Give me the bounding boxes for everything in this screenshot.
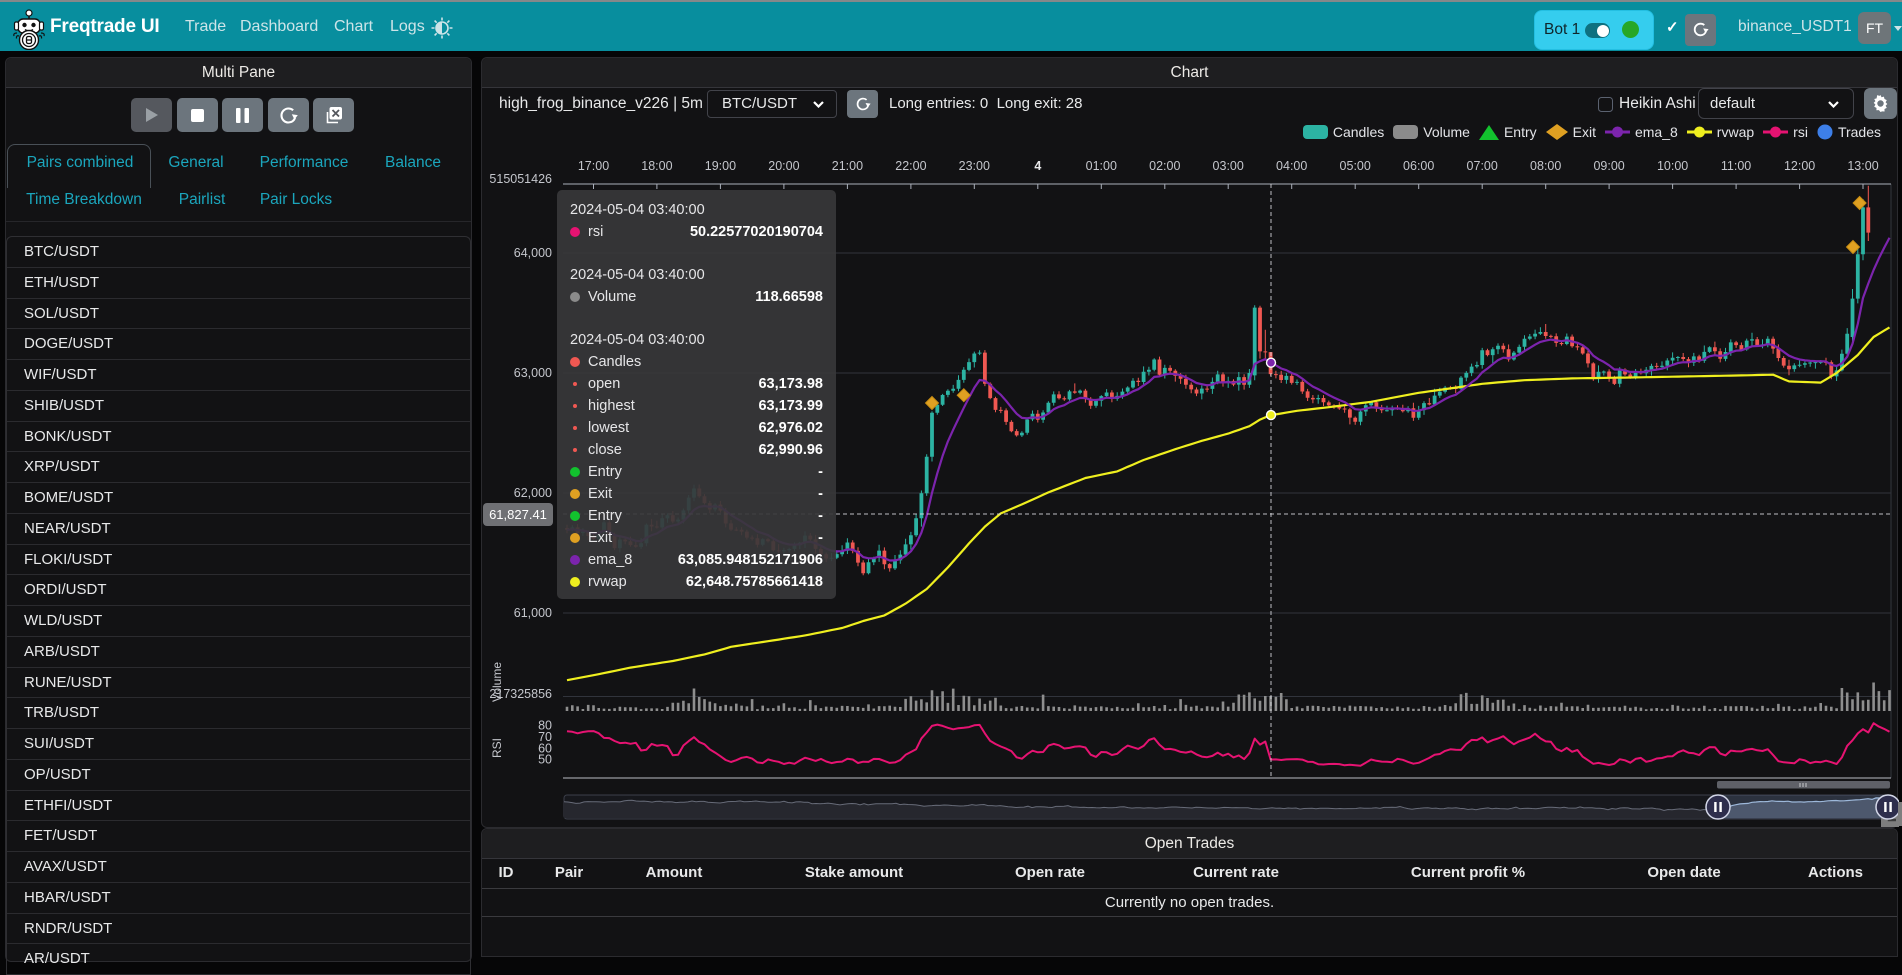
svg-text:21:00: 21:00 (832, 159, 863, 173)
svg-text:02:00: 02:00 (1149, 159, 1180, 173)
svg-text:61,000: 61,000 (514, 606, 552, 620)
svg-text:63,000: 63,000 (514, 366, 552, 380)
svg-text:61,827.41: 61,827.41 (489, 507, 547, 522)
svg-text:22:00: 22:00 (895, 159, 926, 173)
svg-text:19:00: 19:00 (705, 159, 736, 173)
svg-text:03:00: 03:00 (1213, 159, 1244, 173)
svg-text:515051426: 515051426 (489, 172, 552, 186)
svg-text:12:00: 12:00 (1784, 159, 1815, 173)
svg-text:20:00: 20:00 (768, 159, 799, 173)
svg-text:64,000: 64,000 (514, 246, 552, 260)
svg-text:13:00: 13:00 (1847, 159, 1878, 173)
svg-text:09:00: 09:00 (1593, 159, 1624, 173)
svg-text:50: 50 (538, 753, 552, 767)
svg-text:18:00: 18:00 (641, 159, 672, 173)
svg-text:11:00: 11:00 (1721, 159, 1751, 173)
svg-text:4: 4 (1034, 159, 1041, 173)
svg-text:17:00: 17:00 (578, 159, 609, 173)
svg-text:01:00: 01:00 (1086, 159, 1117, 173)
svg-text:05:00: 05:00 (1340, 159, 1371, 173)
svg-text:10:00: 10:00 (1657, 159, 1688, 173)
svg-text:08:00: 08:00 (1530, 159, 1561, 173)
svg-text:Volume: Volume (490, 662, 504, 702)
svg-text:07:00: 07:00 (1467, 159, 1498, 173)
svg-text:06:00: 06:00 (1403, 159, 1434, 173)
svg-text:23:00: 23:00 (959, 159, 990, 173)
svg-text:04:00: 04:00 (1276, 159, 1307, 173)
svg-text:RSI: RSI (490, 738, 504, 758)
svg-text:62,000: 62,000 (514, 486, 552, 500)
